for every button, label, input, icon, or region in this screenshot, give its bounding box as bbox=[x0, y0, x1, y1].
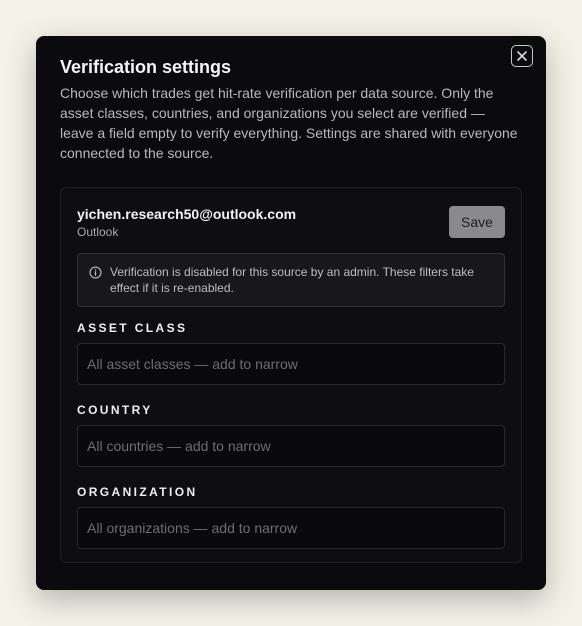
info-icon bbox=[89, 266, 102, 279]
organization-input[interactable] bbox=[77, 507, 505, 549]
dialog-title: Verification settings bbox=[60, 57, 232, 77]
dialog-description: Choose which trades get hit-rate verific… bbox=[60, 85, 518, 161]
close-button[interactable] bbox=[511, 45, 533, 67]
disabled-notice: Verification is disabled for this source… bbox=[77, 253, 505, 307]
source-header: yichen.research50@outlook.com Outlook Sa… bbox=[77, 205, 505, 240]
country-label: COUNTRY bbox=[77, 403, 153, 417]
country-input[interactable] bbox=[77, 425, 505, 467]
verification-settings-dialog: Verification settings Choose which trade… bbox=[36, 36, 546, 590]
save-button[interactable]: Save bbox=[449, 206, 505, 238]
source-card: yichen.research50@outlook.com Outlook Sa… bbox=[60, 187, 522, 563]
notice-text: Verification is disabled for this source… bbox=[110, 265, 474, 295]
asset-class-input[interactable] bbox=[77, 343, 505, 385]
close-icon bbox=[517, 51, 527, 61]
source-provider: Outlook bbox=[77, 225, 119, 239]
source-identity: yichen.research50@outlook.com Outlook bbox=[77, 205, 296, 240]
source-email: yichen.research50@outlook.com bbox=[77, 206, 297, 222]
asset-class-label: ASSET CLASS bbox=[77, 321, 188, 335]
organization-label: ORGANIZATION bbox=[77, 485, 198, 499]
